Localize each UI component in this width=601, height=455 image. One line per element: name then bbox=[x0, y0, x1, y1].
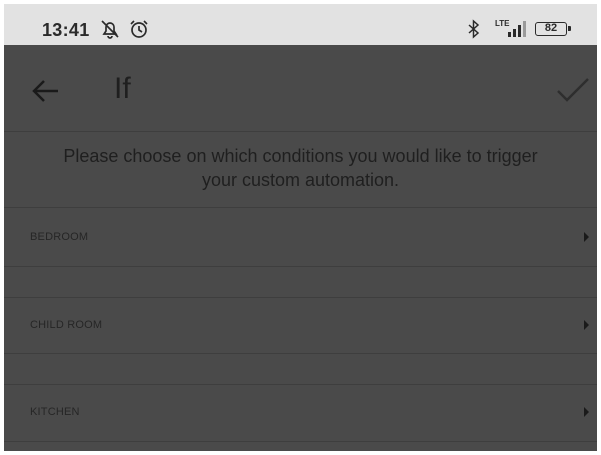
confirm-button[interactable] bbox=[556, 75, 590, 105]
room-row-kitchen[interactable]: KITCHEN bbox=[4, 385, 597, 441]
check-icon bbox=[557, 78, 589, 102]
back-button[interactable] bbox=[30, 75, 62, 107]
section-gap bbox=[4, 354, 597, 385]
divider bbox=[4, 131, 597, 132]
instruction-line-1: Please choose on which conditions you wo… bbox=[63, 146, 538, 166]
page-title: If bbox=[114, 72, 131, 105]
battery-indicator: 82 bbox=[535, 22, 571, 36]
alarm-icon bbox=[130, 20, 148, 38]
arrow-left-icon bbox=[32, 80, 58, 102]
instruction-text: Please choose on which conditions you wo… bbox=[4, 144, 597, 192]
section-gap bbox=[4, 267, 597, 298]
bell-off-icon bbox=[101, 20, 119, 39]
app-screen: 13:41 LTE 82 If Please choose on which c… bbox=[4, 4, 597, 451]
divider bbox=[4, 441, 597, 442]
room-label: BEDROOM bbox=[30, 231, 89, 243]
bluetooth-icon bbox=[468, 19, 480, 39]
room-row-bedroom[interactable]: BEDROOM bbox=[4, 210, 597, 266]
lte-signal-icon: LTE bbox=[495, 19, 526, 37]
room-label: KITCHEN bbox=[30, 406, 80, 418]
status-time: 13:41 bbox=[42, 20, 90, 40]
status-bar: 13:41 LTE 82 bbox=[4, 4, 597, 45]
chevron-right-icon bbox=[584, 320, 589, 330]
instruction-line-2: your custom automation. bbox=[201, 170, 400, 190]
room-row-child-room[interactable]: CHILD ROOM bbox=[4, 298, 597, 354]
network-type-label: LTE bbox=[495, 19, 510, 28]
app-bar: If bbox=[4, 45, 597, 131]
divider bbox=[4, 207, 597, 208]
room-label: CHILD ROOM bbox=[30, 319, 103, 331]
chevron-right-icon bbox=[584, 232, 589, 242]
chevron-right-icon bbox=[584, 407, 589, 417]
